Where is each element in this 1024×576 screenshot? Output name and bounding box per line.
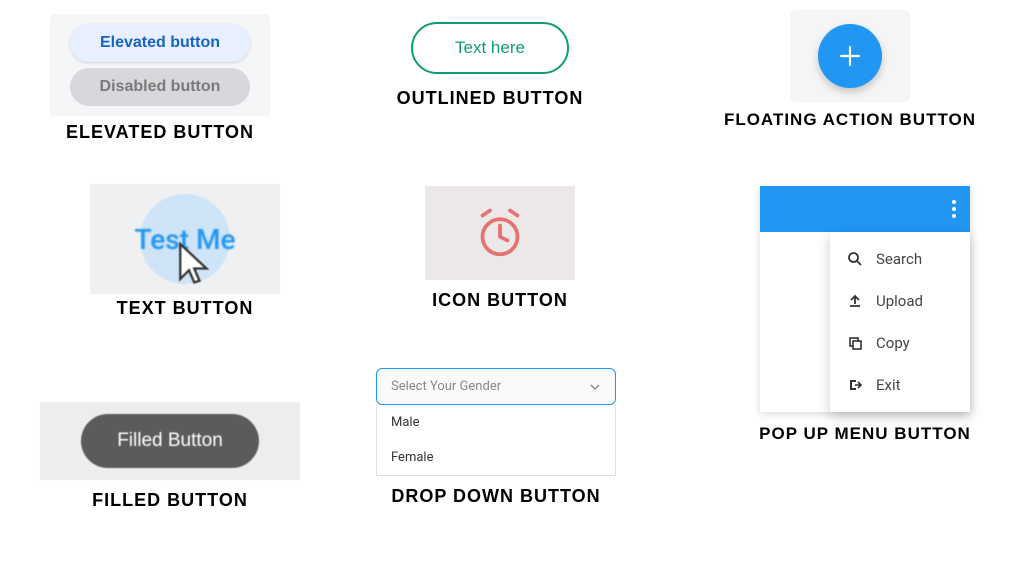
popup-caption: POP UP MENU BUTTON xyxy=(740,424,990,444)
icon-button-caption: ICON BUTTON xyxy=(400,290,600,311)
filled-button-demo: Filled Button FILLED BUTTON xyxy=(40,402,300,511)
plus-icon xyxy=(837,43,863,69)
popup-panel: Search Upload Copy Exit xyxy=(760,186,970,412)
popup-menu-demo: Search Upload Copy Exit POP UP xyxy=(740,186,990,444)
popup-app-bar xyxy=(760,186,970,232)
alarm-clock-icon[interactable] xyxy=(470,203,530,263)
fab-demo: FLOATING ACTION BUTTON xyxy=(720,10,980,130)
popup-item-label: Exit xyxy=(876,376,901,394)
popup-item-upload[interactable]: Upload xyxy=(830,280,970,322)
fab-button[interactable] xyxy=(818,24,882,88)
elevated-button[interactable]: Elevated button xyxy=(70,24,250,62)
fab-background xyxy=(790,10,910,102)
dropdown-caption: DROP DOWN BUTTON xyxy=(376,486,616,507)
filled-caption: FILLED BUTTON xyxy=(40,490,300,511)
popup-item-label: Search xyxy=(876,250,922,268)
filled-background: Filled Button xyxy=(40,402,300,480)
dropdown-list: Male Female xyxy=(376,405,616,476)
popup-item-exit[interactable]: Exit xyxy=(830,364,970,406)
text-button-background: Test Me xyxy=(90,184,280,294)
elevated-button-demo: Elevated button Disabled button ELEVATED… xyxy=(50,14,270,143)
popup-item-search[interactable]: Search xyxy=(830,238,970,280)
dropdown-placeholder: Select Your Gender xyxy=(391,379,501,394)
popup-item-copy[interactable]: Copy xyxy=(830,322,970,364)
popup-item-label: Copy xyxy=(876,334,910,352)
popup-menu: Search Upload Copy Exit xyxy=(830,232,970,412)
elevated-disabled-button: Disabled button xyxy=(70,68,250,106)
dropdown-select[interactable]: Select Your Gender xyxy=(376,368,616,405)
copy-icon xyxy=(846,334,864,352)
dropdown-demo: Select Your Gender Male Female DROP DOWN… xyxy=(376,368,616,507)
outlined-button[interactable]: Text here xyxy=(411,22,569,74)
outlined-caption: OUTLINED BUTTON xyxy=(370,88,610,109)
icon-button-background xyxy=(425,186,575,280)
fab-caption: FLOATING ACTION BUTTON xyxy=(720,110,980,130)
chevron-down-icon xyxy=(589,381,601,393)
text-button-caption: TEXT BUTTON xyxy=(70,298,300,319)
more-vert-icon[interactable] xyxy=(952,200,956,218)
dropdown-option[interactable]: Male xyxy=(377,405,615,440)
exit-icon xyxy=(846,376,864,394)
cursor-icon xyxy=(175,240,217,290)
text-button-demo: Test Me TEXT BUTTON xyxy=(70,184,300,319)
elevated-caption: ELEVATED BUTTON xyxy=(50,122,270,143)
icon-button-demo: ICON BUTTON xyxy=(400,186,600,311)
popup-item-label: Upload xyxy=(876,292,923,310)
upload-icon xyxy=(846,292,864,310)
elevated-background: Elevated button Disabled button xyxy=(50,14,270,116)
outlined-button-demo: Text here OUTLINED BUTTON xyxy=(370,22,610,109)
filled-button[interactable]: Filled Button xyxy=(81,414,259,468)
dropdown-option[interactable]: Female xyxy=(377,440,615,475)
search-icon xyxy=(846,250,864,268)
